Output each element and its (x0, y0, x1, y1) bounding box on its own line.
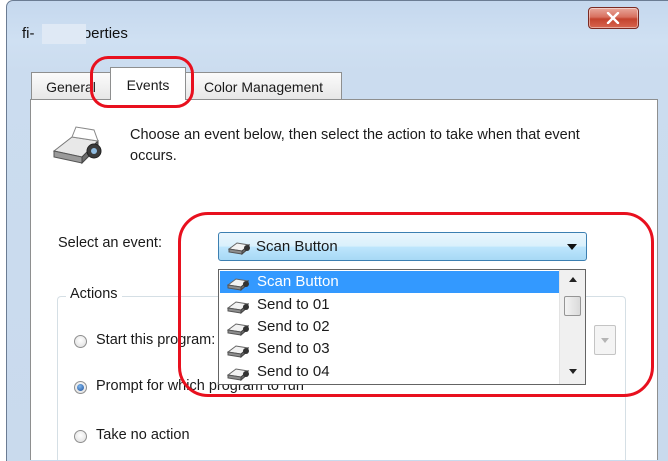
event-option-label: Send to 02 (257, 318, 330, 335)
event-select[interactable]: Scan Button (218, 232, 587, 261)
select-event-label: Select an event: (58, 235, 162, 251)
event-option[interactable]: Send to 02 (220, 316, 559, 338)
tab-color-management[interactable]: Color Management (185, 72, 342, 99)
event-dropdown-list[interactable]: Scan Button Send to 01 Send to 02 Send t… (218, 269, 586, 385)
close-icon (606, 12, 620, 24)
scroll-up-arrow-icon[interactable] (560, 270, 585, 290)
small-scanner-icon (226, 297, 251, 318)
tab-general[interactable]: General (31, 72, 111, 99)
event-select-value: Scan Button (256, 238, 338, 255)
dropdown-scrollbar[interactable] (559, 270, 585, 384)
description-text: Choose an event below, then select the a… (130, 127, 580, 164)
small-scanner-icon (226, 364, 251, 384)
event-option-label: Send to 01 (257, 296, 330, 313)
event-option-label: Scan Button (257, 273, 339, 290)
small-scanner-icon (226, 319, 251, 340)
close-button[interactable] (588, 7, 639, 29)
scroll-down-arrow-icon[interactable] (560, 362, 585, 382)
scanner-icon (50, 125, 106, 171)
radio-no-action[interactable] (74, 430, 87, 443)
event-option[interactable]: Send to 04 (220, 361, 559, 383)
scroll-thumb[interactable] (564, 296, 581, 316)
event-option[interactable]: Send to 03 (220, 338, 559, 360)
event-option-label: Send to 04 (257, 363, 330, 380)
radio-start-program[interactable] (74, 335, 87, 348)
event-option[interactable]: Send to 01 (220, 294, 559, 316)
actions-legend: Actions (66, 286, 122, 302)
event-option[interactable]: Scan Button (220, 271, 559, 293)
radio-label-start-program[interactable]: Start this program: (96, 332, 215, 348)
tab-events[interactable]: Events (110, 67, 186, 100)
radio-label-no-action[interactable]: Take no action (96, 427, 190, 443)
small-scanner-icon (226, 274, 251, 295)
small-scanner-icon (226, 341, 251, 362)
event-option-label: Send to 03 (257, 340, 330, 357)
radio-prompt-program[interactable] (74, 381, 87, 394)
chevron-down-icon (567, 244, 577, 250)
small-scanner-icon (227, 238, 252, 259)
program-select[interactable] (594, 325, 616, 355)
title-redaction (42, 24, 86, 44)
